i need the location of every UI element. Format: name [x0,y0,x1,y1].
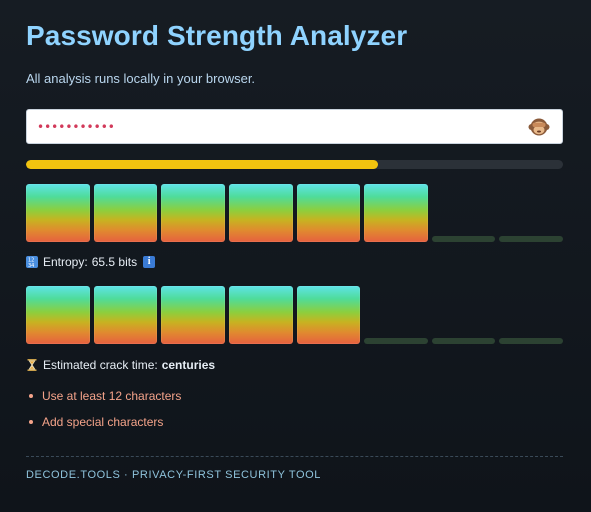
entropy-label: Entropy: [43,255,88,269]
password-input[interactable] [37,110,517,143]
svg-text:34: 34 [28,263,34,268]
entropy-segment-filled [93,184,158,242]
strength-progress-fill [26,160,379,169]
crack-time-segment-filled [161,286,225,344]
crack-time-segment-empty [499,338,563,344]
numbers-icon: 12 34 [26,256,38,269]
crack-time-segment-empty [364,338,428,344]
entropy-segment-empty [431,236,496,242]
page-title: Password Strength Analyzer [26,20,408,51]
suggestion-item: Add special characters [26,414,181,440]
crack-time-segment-filled [296,286,361,344]
see-no-evil-monkey-icon[interactable] [528,116,550,138]
entropy-segment-filled [161,184,225,242]
entropy-segment-filled [364,184,428,242]
password-field-container [26,109,563,144]
crack-time-segment-filled [93,286,158,344]
info-icon[interactable]: i [143,256,156,268]
entropy-value: 65.5 bits [91,255,138,269]
crack-time-line: Estimated crack time: centuries [26,358,215,372]
crack-time-label: Estimated crack time: [43,358,158,372]
crack-time-value: centuries [161,358,216,372]
hourglass-icon [26,359,38,371]
entropy-segment-filled [26,184,90,242]
crack-time-segment-filled [26,286,90,344]
crack-time-meter [26,286,563,344]
crack-time-segment-filled [228,286,293,344]
crack-time-segment-empty [431,338,496,344]
entropy-line: 12 34 Entropy: 65.5 bits i [26,255,156,269]
suggestion-item: Use at least 12 characters [26,388,181,414]
entropy-segment-filled [228,184,293,242]
entropy-segment-filled [296,184,361,242]
page-subtitle: All analysis runs locally in your browse… [26,71,256,86]
entropy-meter [26,184,563,242]
footer-text: DECODE.TOOLS · PRIVACY-FIRST SECURITY TO… [26,469,321,481]
strength-progress-bar [26,160,563,169]
footer-divider [26,456,563,457]
suggestions-list: Use at least 12 characters Add special c… [26,388,181,440]
entropy-segment-empty [499,236,563,242]
